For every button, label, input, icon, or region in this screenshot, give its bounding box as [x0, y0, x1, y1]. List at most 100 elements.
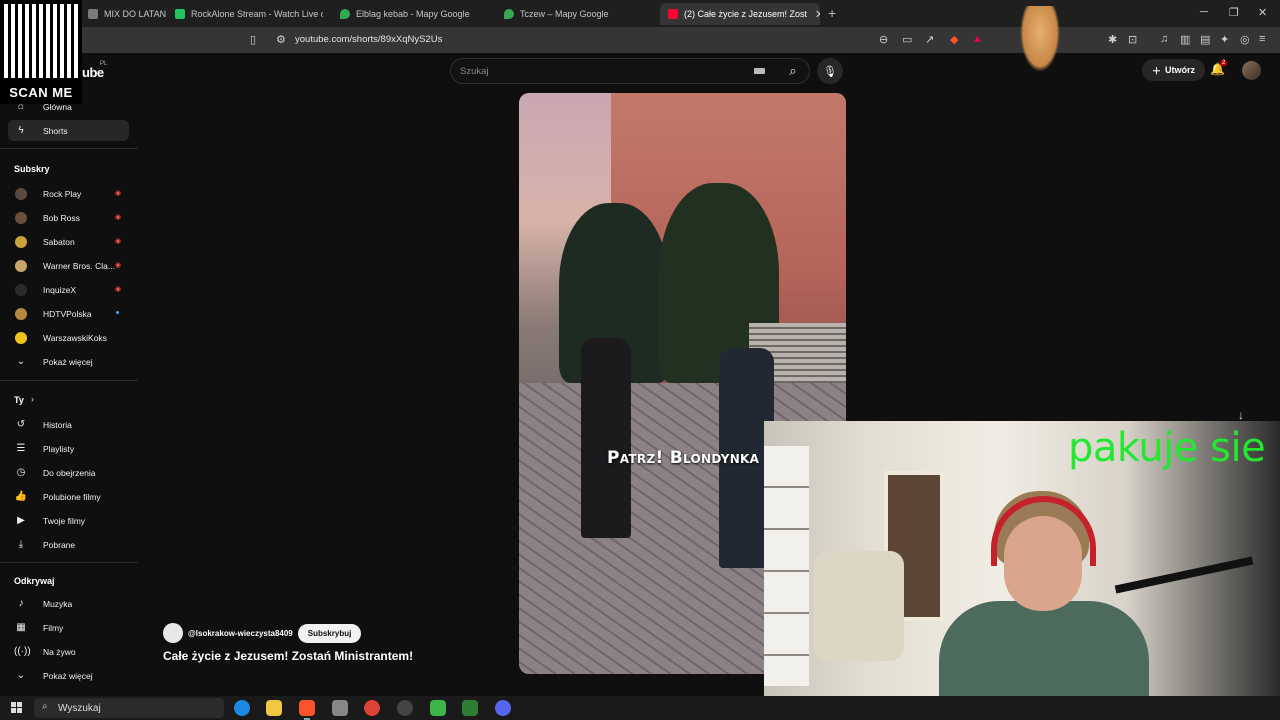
you-heading[interactable]: Ty	[14, 395, 24, 405]
sidebar: ⌂ Główna ϟ Shorts Subskry Rock Play ◉ Bo…	[0, 53, 138, 696]
share-icon[interactable]: ↗	[925, 33, 934, 46]
channel-name[interactable]: @lsokrakow-wieczysta8409	[188, 629, 293, 638]
leo-ai-icon[interactable]: ✦	[1220, 33, 1229, 46]
qr-label: SCAN ME	[9, 85, 73, 100]
notification-badge: 2	[1220, 60, 1228, 66]
browser-tab[interactable]: Tczew – Mapy Google	[504, 3, 644, 25]
sidebar-item-shorts[interactable]: ϟ Shorts	[8, 120, 129, 141]
windows-taskbar: ⌕ Wyszukaj	[0, 696, 1280, 720]
divider	[0, 562, 138, 563]
keyboard-icon[interactable]	[754, 68, 765, 74]
file-explorer-icon[interactable]	[266, 700, 282, 716]
search-icon[interactable]: ⌕	[780, 58, 806, 84]
close-window-icon[interactable]: ✕	[1258, 6, 1267, 19]
zoom-icon[interactable]: ⊖	[879, 33, 888, 46]
sidebar-item-playlists[interactable]: ☰ Playlisty	[8, 438, 129, 459]
streamer	[939, 491, 1149, 696]
live-icon: ◉	[114, 214, 121, 221]
microphone-icon[interactable]: 🎙	[817, 58, 843, 84]
divider	[0, 380, 138, 381]
sidebar-item-history[interactable]: ↺ Historia	[8, 414, 129, 435]
windows-start-icon[interactable]	[11, 702, 22, 713]
brave-shield-icon[interactable]: ◆	[950, 33, 958, 46]
brave-icon[interactable]	[299, 700, 315, 720]
qr-code-overlay: SCAN ME	[0, 0, 82, 104]
browser-tab[interactable]: RockAlone Stream - Watch Live o	[175, 3, 323, 25]
sidebar-item-subscription[interactable]: WarszawskiKoks	[8, 327, 129, 348]
app-icon[interactable]	[462, 700, 478, 716]
sidebar-item-label: Twoje filmy	[43, 515, 86, 526]
app-icon[interactable]	[332, 700, 348, 716]
arrow-down-icon[interactable]: ↓	[1238, 408, 1244, 422]
taskbar-search[interactable]: ⌕ Wyszukaj	[34, 698, 224, 718]
video-caption: Patrz! Blondynka	[607, 448, 760, 468]
sidebar-item-live[interactable]: ((·)) Na żywo	[8, 641, 129, 662]
sidebar-item-your-videos[interactable]: ▶ Twoje filmy	[8, 510, 129, 531]
sidebar-item-subscription[interactable]: Bob Ross ◉	[8, 207, 129, 228]
chrome-icon[interactable]	[364, 700, 380, 716]
youtube-favicon-icon	[668, 9, 678, 19]
short-channel-row: @lsokrakow-wieczysta8409 Subskrybuj	[163, 623, 362, 643]
divider	[0, 148, 138, 149]
vpn-icon[interactable]: ◎	[1240, 33, 1250, 46]
cast-icon[interactable]: ▭	[902, 33, 912, 46]
show-more-explore[interactable]: ⌄ Pokaż więcej	[8, 665, 129, 686]
sidebar-item-music[interactable]: ♪ Muzyka	[8, 593, 129, 614]
music-icon: ♪	[18, 598, 24, 609]
discord-icon[interactable]	[495, 700, 511, 716]
sidebar-item-subscription[interactable]: InquizeX ◉	[8, 279, 129, 300]
restore-icon[interactable]: ❐	[1229, 6, 1239, 19]
browser-tab[interactable]: MIX DO LATANIA	[88, 3, 166, 25]
channel-avatar[interactable]	[163, 623, 183, 643]
sidebar-item-watch-later[interactable]: ◷ Do obejrzenia	[8, 462, 129, 483]
bookmark-icon[interactable]: ▯	[250, 33, 256, 46]
sidebar-item-liked[interactable]: 👍 Polubione filmy	[8, 486, 129, 507]
chevron-down-icon: ⌄	[16, 670, 26, 681]
create-button[interactable]: ＋ Utwórz	[1142, 59, 1206, 81]
obs-icon[interactable]	[397, 700, 413, 716]
wallet-icon[interactable]: ▤	[1200, 33, 1210, 46]
sidebar-toggle-icon[interactable]: ▥	[1180, 33, 1190, 46]
sidebar-item-subscription[interactable]: Rock Play ◉	[8, 183, 129, 204]
address-bar: ▯ ⚙ youtube.com/shorts/89xXqNyS2Us ⊖ ▭ ↗…	[0, 27, 1280, 53]
subscriptions-heading[interactable]: Subskry	[14, 164, 50, 174]
sidebar-item-label: Pokaż więcej	[43, 356, 93, 367]
new-tab-icon[interactable]: +	[828, 5, 836, 21]
sidebar-item-label: Rock Play	[43, 188, 82, 199]
menu-icon[interactable]: ≡	[1259, 33, 1265, 45]
hamster-sticker	[1020, 6, 1060, 72]
screen: MIX DO LATANIA RockAlone Stream - Watch …	[0, 0, 1280, 720]
search-box[interactable]: Szukaj	[450, 58, 810, 84]
tab-label: MIX DO LATANIA	[104, 9, 166, 19]
taskbar-search-input[interactable]: Wyszukaj	[58, 703, 101, 714]
short-title[interactable]: Całe życie z Jezusem! Zostań Ministrante…	[163, 649, 413, 663]
sidebar-item-subscription[interactable]: HDTVPolska	[8, 303, 129, 324]
url-field[interactable]: youtube.com/shorts/89xXqNyS2Us	[295, 34, 442, 45]
music-control-icon[interactable]: ♫	[1160, 33, 1168, 45]
site-info-icon[interactable]: ⚙	[276, 33, 286, 46]
minimize-icon[interactable]: ─	[1200, 6, 1208, 18]
film-icon: ▦	[16, 622, 26, 633]
browser-tab[interactable]: Elblag kebab - Mapy Google	[340, 3, 490, 25]
tab-search-icon[interactable]: ⊡	[1128, 33, 1137, 46]
sidebar-item-subscription[interactable]: Warner Bros. Cla... ◉	[8, 255, 129, 276]
sidebar-item-movies[interactable]: ▦ Filmy	[8, 617, 129, 638]
close-tab-icon[interactable]: ✕	[815, 8, 820, 21]
search-input[interactable]: Szukaj	[460, 66, 489, 77]
sidebar-item-subscription[interactable]: Sabaton ◉	[8, 231, 129, 252]
account-avatar[interactable]	[1242, 61, 1261, 80]
brave-rewards-icon[interactable]: ▲	[972, 33, 983, 45]
app-icon[interactable]	[430, 700, 446, 716]
browser-tab-active[interactable]: (2) Całe życie z Jezusem! Zost ✕	[660, 3, 820, 25]
extensions-icon[interactable]: ✱	[1108, 33, 1117, 46]
edge-icon[interactable]	[234, 700, 250, 716]
history-icon: ↺	[16, 419, 26, 430]
show-more-subscriptions[interactable]: ⌄ Pokaż więcej	[8, 351, 129, 372]
channel-avatar	[15, 259, 27, 272]
subscribe-button[interactable]: Subskrybuj	[297, 623, 362, 643]
video-icon: ▶	[17, 515, 25, 526]
live-icon: ◉	[114, 238, 121, 245]
shorts-icon: ϟ	[18, 125, 24, 136]
channel-avatar	[15, 283, 27, 296]
sidebar-item-downloads[interactable]: ⤓ Pobrane	[8, 534, 129, 555]
